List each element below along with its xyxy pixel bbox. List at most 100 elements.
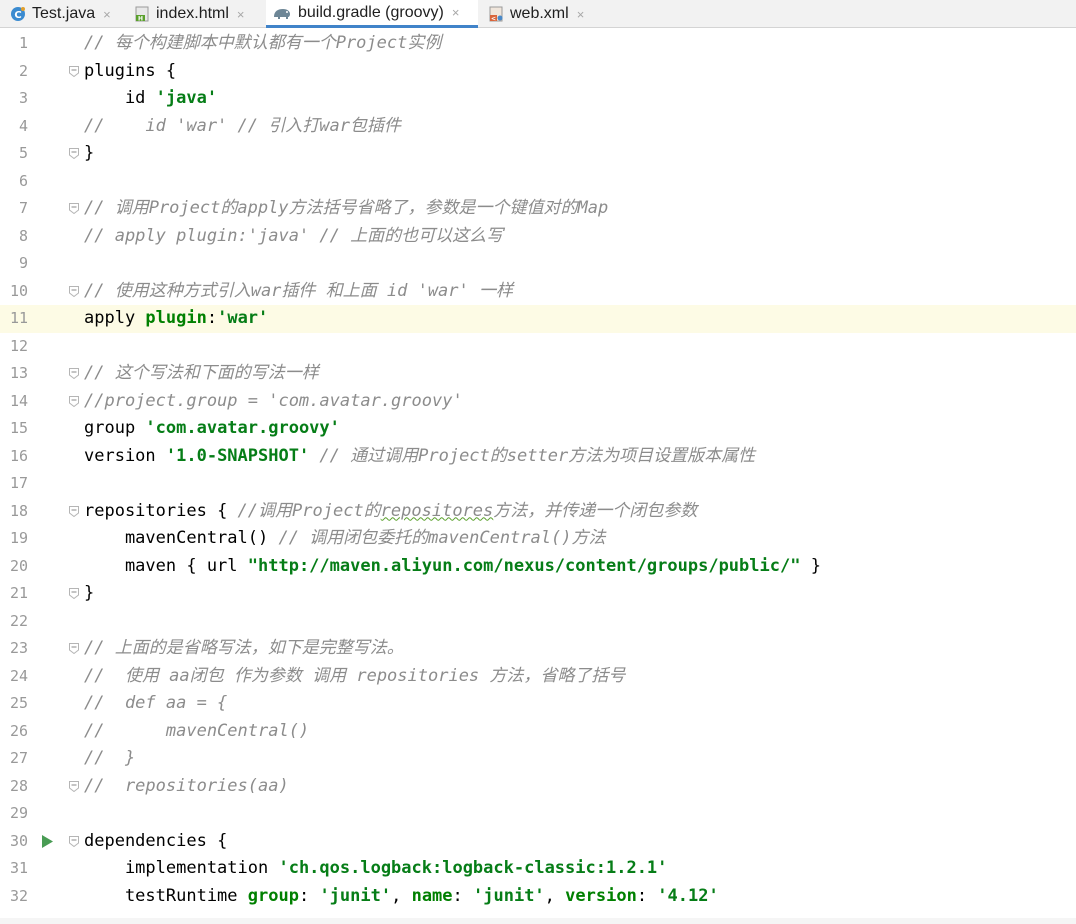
line-number: 20 (9, 556, 28, 575)
code-text: plugins { (84, 58, 176, 86)
code-editor[interactable]: 1// 每个构建脚本中默认都有一个Project实例 2 plugins {3 id… (0, 28, 1076, 924)
code-line[interactable]: 5} (0, 140, 1076, 168)
code-line[interactable]: 10 // 使用这种方式引入war插件 和上面 id 'war' 一样 (0, 278, 1076, 306)
named-arg-token: version (565, 885, 637, 906)
close-icon[interactable]: × (452, 5, 460, 20)
code-line[interactable]: 26 // mavenCentral() (0, 718, 1076, 746)
comment-token: // 上面的是省略写法，如下是完整写法。 (84, 638, 404, 658)
close-icon[interactable]: × (237, 7, 245, 22)
code-token: version (84, 445, 166, 466)
code-line[interactable]: 1 // 每个构建脚本中默认都有一个Project实例 (0, 30, 1076, 58)
code-line[interactable]: 15 group 'com.avatar.groovy' (0, 415, 1076, 443)
code-text: } (84, 580, 94, 608)
code-line[interactable]: 7 // 调用Project的apply方法括号省略了，参数是一个键值对的Map (0, 195, 1076, 223)
code-token: } (800, 555, 821, 576)
comment-token: // repositories(aa) (84, 775, 289, 796)
code-token: dependencies (84, 830, 218, 851)
tab-label: index.html (156, 5, 229, 22)
code-token: testRuntime (84, 885, 248, 906)
run-icon[interactable] (41, 834, 53, 848)
code-token: id (84, 88, 156, 108)
string-token: '4.12' (657, 885, 719, 906)
comment-token: // 调用Project的apply方法括号省略了，参数是一个键值对的Map (84, 198, 609, 218)
code-token: } (84, 143, 95, 163)
code-line[interactable]: 13 // 这个写法和下面的写法一样 (0, 360, 1076, 388)
fold-marker-icon[interactable] (69, 148, 79, 159)
tab-build-gradle[interactable]: build.gradle (groovy) × (266, 0, 478, 28)
horizontal-scrollbar[interactable] (0, 918, 1076, 924)
line-number: 28 (9, 776, 28, 795)
fold-marker-icon[interactable] (69, 65, 79, 77)
fold-marker-icon[interactable] (69, 285, 79, 297)
string-token: '1.0-SNAPSHOT' (165, 445, 310, 466)
comment-token: 方法，并传递一个闭包参数 (493, 500, 698, 521)
tab-label: web.xml (510, 5, 569, 22)
tab-index-html[interactable]: H index.html × (134, 0, 262, 28)
code-line[interactable]: 29 (0, 800, 1076, 828)
code-token: , (391, 885, 412, 906)
code-line[interactable]: 19 mavenCentral() // 调用闭包委托的mavenCentral… (0, 525, 1076, 553)
svg-text:<: < (491, 16, 496, 23)
line-number: 32 (9, 886, 28, 905)
code-line[interactable]: 14 //project.group = 'com.avatar.groovy' (0, 388, 1076, 416)
fold-marker-icon[interactable] (69, 368, 79, 379)
code-line[interactable]: 9 (0, 250, 1076, 278)
fold-marker-icon[interactable] (69, 203, 79, 214)
code-text: // 这个写法和下面的写法一样 (84, 360, 319, 388)
fold-marker-icon[interactable] (69, 588, 79, 599)
code-line[interactable]: 4 // id 'war' // 引入打war包插件 (0, 113, 1076, 141)
code-line[interactable]: 25 // def aa = { (0, 690, 1076, 718)
line-number: 23 (9, 639, 28, 657)
code-line[interactable]: 28 // repositories(aa) (0, 773, 1076, 801)
fold-marker-icon[interactable] (69, 643, 79, 654)
code-line[interactable]: 20 maven { url "http://maven.aliyun.com/… (0, 553, 1076, 581)
fold-marker-icon[interactable] (69, 395, 79, 407)
line-number: 1 (18, 34, 28, 52)
code-token: plugins (84, 60, 166, 81)
code-line[interactable]: 11 apply plugin:'war' (0, 305, 1076, 333)
code-line[interactable]: 21} (0, 580, 1076, 608)
code-line[interactable]: 30 dependencies { (0, 828, 1076, 856)
code-line[interactable]: 6 (0, 168, 1076, 196)
code-line[interactable]: 12 (0, 333, 1076, 361)
comment-token: // 使用这种方式引入war插件 和上面 id 'war' 一样 (84, 280, 513, 301)
code-line[interactable]: 32 testRuntime group: 'junit', name: 'ju… (0, 883, 1076, 911)
code-line[interactable]: 2 plugins { (0, 58, 1076, 86)
code-token: implementation (84, 858, 279, 878)
code-token: { (217, 830, 228, 851)
code-line[interactable]: 22 (0, 608, 1076, 636)
close-icon[interactable]: × (577, 7, 585, 22)
named-arg-token: plugin (145, 308, 207, 328)
line-number: 8 (18, 226, 28, 245)
fold-marker-icon[interactable] (69, 835, 79, 847)
code-line[interactable]: 23 // 上面的是省略写法，如下是完整写法。 (0, 635, 1076, 663)
code-text: // id 'war' // 引入打war包插件 (84, 113, 401, 141)
code-token: : (452, 885, 474, 906)
fold-marker-icon[interactable] (69, 780, 79, 792)
fold-marker-icon[interactable] (69, 505, 79, 517)
code-line[interactable]: 8 // apply plugin:'java' // 上面的也可以这么写 (0, 223, 1076, 251)
tab-web-xml[interactable]: < web.xml × (488, 0, 598, 28)
code-line[interactable]: 31 implementation 'ch.qos.logback:logbac… (0, 855, 1076, 883)
line-number: 10 (9, 281, 28, 300)
comment-token: // 使用 aa闭包 作为参数 调用 repositories 方法，省略了括号 (84, 665, 626, 686)
code-line[interactable]: 3 id 'java' (0, 85, 1076, 113)
line-number: 11 (9, 309, 28, 327)
comment-token: // mavenCentral() (84, 720, 310, 741)
code-token: : (636, 885, 658, 906)
code-token: apply (84, 308, 146, 328)
code-token: mavenCentral() (84, 528, 279, 548)
code-line[interactable]: 17 (0, 470, 1076, 498)
tab-test-java[interactable]: C Test.java × (10, 0, 125, 28)
close-icon[interactable]: × (103, 7, 111, 22)
code-line[interactable]: 16 version '1.0-SNAPSHOT' // 通过调用Project的… (0, 443, 1076, 471)
code-line[interactable]: 18 repositories { //调用Project的repositores… (0, 498, 1076, 526)
code-line[interactable]: 24 // 使用 aa闭包 作为参数 调用 repositories 方法，省略了… (0, 663, 1076, 691)
code-text: maven { url "http://maven.aliyun.com/nex… (84, 553, 821, 581)
code-line[interactable]: 27 // } (0, 745, 1076, 773)
string-token: "http://maven.aliyun.com/nexus/content/g… (247, 555, 801, 576)
code-token: { (217, 500, 228, 521)
comment-token: //project.group = 'com.avatar.groovy' (84, 390, 463, 411)
string-token: 'ch.qos.logback:logback-classic:1.2.1' (278, 858, 668, 878)
line-number: 29 (9, 804, 28, 822)
